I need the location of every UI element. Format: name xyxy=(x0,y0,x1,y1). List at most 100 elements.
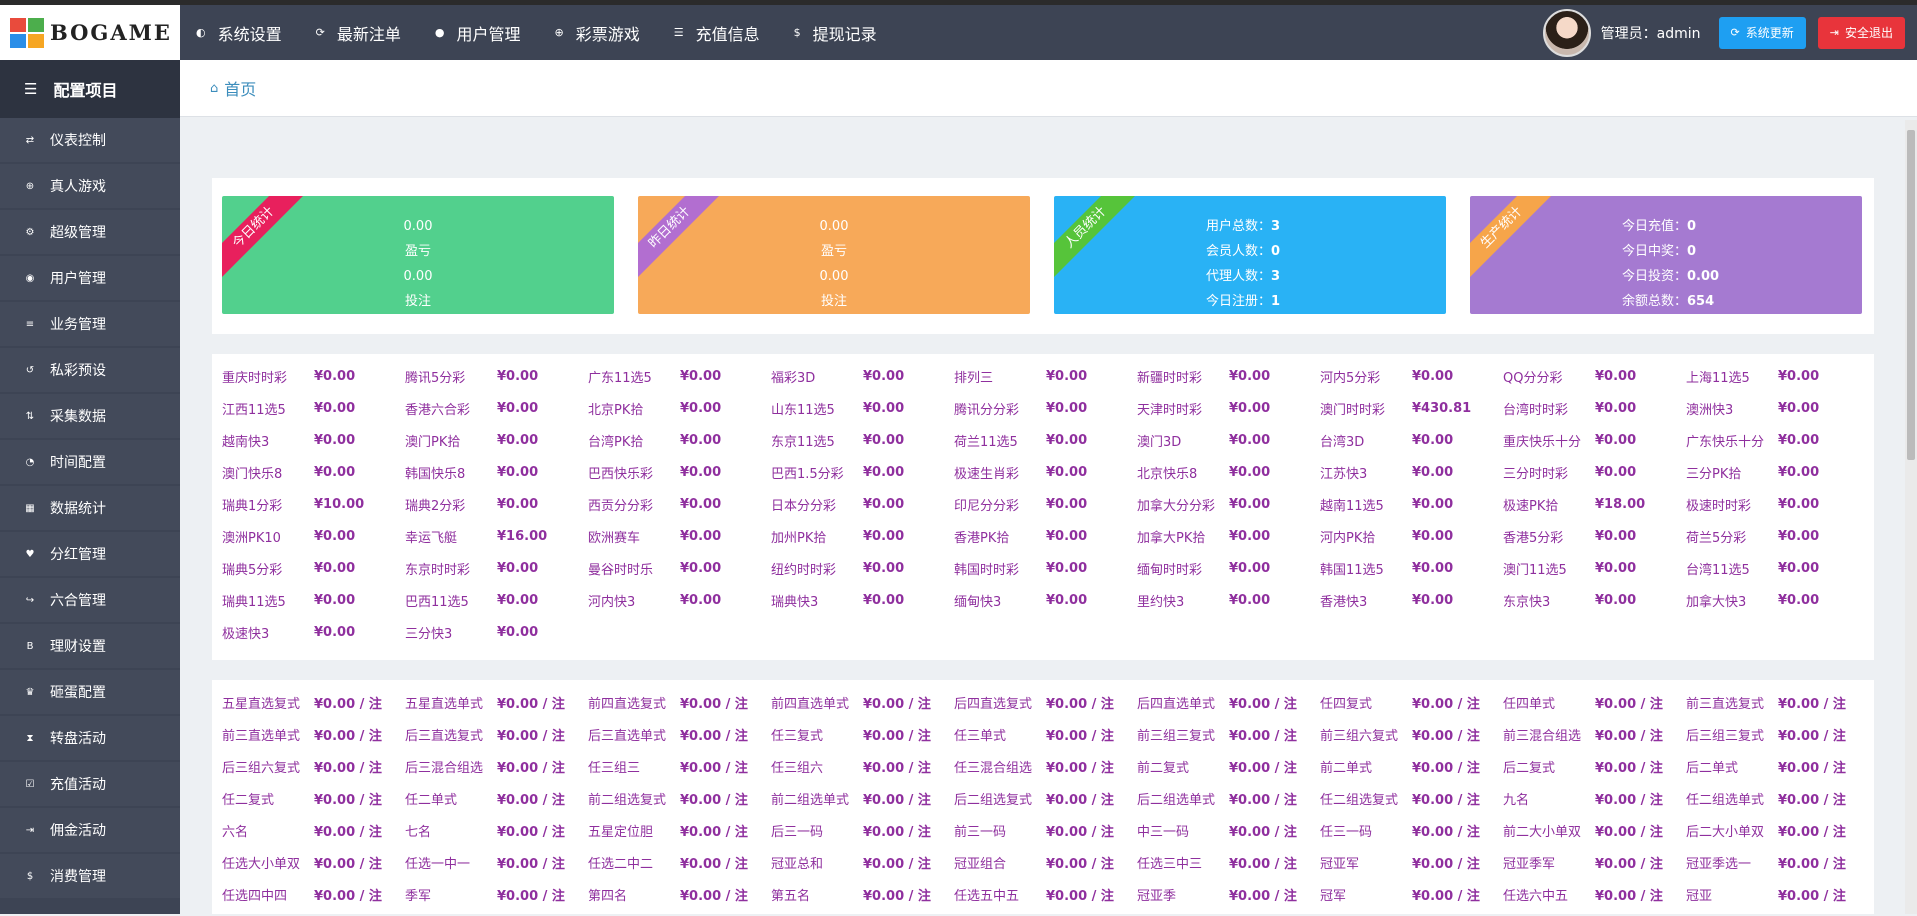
play-rate: ¥0.00 / 注 xyxy=(497,696,565,712)
lottery-amount: ¥0.00 xyxy=(1595,592,1637,608)
lottery-name: 荷兰5分彩 xyxy=(1686,530,1747,546)
lottery-name: 河内PK拾 xyxy=(1320,530,1376,546)
lottery-name: 越南快3 xyxy=(222,434,270,450)
play-rate: ¥0.00 / 注 xyxy=(1595,824,1663,840)
sidebar-item[interactable]: ⊕ 真人游戏 xyxy=(0,164,180,208)
lottery-amount: ¥0.00 xyxy=(1229,432,1271,448)
play-rate-cell: 任三组三 ¥0.00 / 注 xyxy=(588,750,771,782)
play-name: 任选一中一 xyxy=(405,856,471,872)
share-icon: ↪ xyxy=(25,594,35,606)
play-rate-cell: 前三组三复式 ¥0.00 / 注 xyxy=(1137,718,1320,750)
sidebar-item[interactable]: ♛ 砸蛋配置 xyxy=(0,670,180,714)
play-rate-cell: 前二复式 ¥0.00 / 注 xyxy=(1137,750,1320,782)
nav-lottery-games[interactable]: ⊕ 彩票游戏 xyxy=(554,21,639,45)
play-name: 冠亚组合 xyxy=(954,856,1007,872)
lottery-name: 里约快3 xyxy=(1137,594,1185,610)
dollar-icon: $ xyxy=(26,870,34,882)
lottery-cell: 香港5分彩 ¥0.00 xyxy=(1503,520,1686,552)
play-rate: ¥0.00 / 注 xyxy=(497,856,565,872)
lottery-cell: 缅甸快3 ¥0.00 xyxy=(954,584,1137,616)
lottery-cell: 台湾时时彩 ¥0.00 xyxy=(1503,392,1686,424)
play-rate-cell: 五星直选复式 ¥0.00 / 注 xyxy=(222,686,405,718)
sidebar-item[interactable]: ☑ 充值活动 xyxy=(0,762,180,806)
lottery-amount: ¥0.00 xyxy=(680,592,722,608)
avatar[interactable] xyxy=(1542,8,1591,57)
lottery-name: 山东11选5 xyxy=(771,402,835,418)
stat-value: 0.00 xyxy=(1687,269,1720,284)
lottery-cell: 北京快乐8 ¥0.00 xyxy=(1137,456,1320,488)
top-header: BOGAME ◐ 系统设置 ⟳ 最新注单 ● 用户管理 ⊕ 彩票游戏 ☰ 充值信息 $ 提现… xyxy=(0,5,1917,60)
play-rate: ¥0.00 / 注 xyxy=(1046,824,1114,840)
lottery-amount: ¥0.00 xyxy=(680,368,722,384)
stat-line: 投注 xyxy=(820,294,847,309)
lottery-cell: 河内快3 ¥0.00 xyxy=(588,584,771,616)
sidebar-item[interactable]: ◉ 用户管理 xyxy=(0,256,180,300)
stat-key: 用户总数： xyxy=(1206,219,1272,234)
lottery-name: 香港六合彩 xyxy=(405,402,471,418)
lottery-name: 排列三 xyxy=(954,370,994,386)
sidebar-item[interactable]: ♥ 分红管理 xyxy=(0,532,180,576)
sidebar-item[interactable]: $ 消费管理 xyxy=(0,854,180,898)
stat-kv: 今日充值：0 xyxy=(1622,214,1719,239)
hourglass-icon: ⧗ xyxy=(26,732,34,744)
scrollbar-thumb[interactable] xyxy=(1907,130,1915,460)
sidebar-item[interactable]: ▦ 数据统计 xyxy=(0,486,180,530)
play-rate-cell: 五星直选单式 ¥0.00 / 注 xyxy=(405,686,588,718)
lottery-name: 荷兰11选5 xyxy=(954,434,1018,450)
sidebar-item[interactable]: ⇥ 佣金活动 xyxy=(0,808,180,852)
lottery-amount: ¥0.00 xyxy=(1778,592,1820,608)
lottery-cell: 澳门PK拾 ¥0.00 xyxy=(405,424,588,456)
play-name: 后四直选复式 xyxy=(954,696,1033,712)
lottery-name: 瑞典11选5 xyxy=(222,594,286,610)
logout-button[interactable]: ⇥ 安全退出 xyxy=(1817,16,1905,49)
sidebar-item[interactable]: B 理财设置 xyxy=(0,624,180,668)
play-rate-cell: 任三一码 ¥0.00 / 注 xyxy=(1320,814,1503,846)
sidebar-item-label: 数据统计 xyxy=(50,501,106,517)
play-rate: ¥0.00 / 注 xyxy=(680,888,748,904)
sidebar-item[interactable]: ⇅ 采集数据 xyxy=(0,394,180,438)
system-update-button[interactable]: ⟳ 系统更新 xyxy=(1718,16,1806,49)
play-name: 七名 xyxy=(405,824,432,840)
play-rate: ¥0.00 / 注 xyxy=(1595,856,1663,872)
lottery-name: QQ分分彩 xyxy=(1503,370,1563,386)
sidebar-item[interactable]: ↺ 私彩预设 xyxy=(0,348,180,392)
sidebar-item[interactable]: ⚙ 超级管理 xyxy=(0,210,180,254)
lottery-amount: ¥0.00 xyxy=(497,464,539,480)
lottery-name: 曼谷时时乐 xyxy=(588,562,654,578)
play-name: 任选大小单双 xyxy=(222,856,301,872)
sidebar-item[interactable]: ⧗ 转盘活动 xyxy=(0,716,180,760)
lottery-name: 腾讯5分彩 xyxy=(405,370,466,386)
lottery-name: 香港PK拾 xyxy=(954,530,1010,546)
nav-recharge-info[interactable]: ☰ 充值信息 xyxy=(674,21,760,45)
sidebar-header[interactable]: ☰ 配置项目 xyxy=(0,60,180,118)
nav-system-settings[interactable]: ◐ 系统设置 xyxy=(196,21,282,45)
play-name: 五星直选单式 xyxy=(405,696,484,712)
lottery-amount: ¥430.81 xyxy=(1412,400,1472,416)
lottery-cell: 澳门时时彩 ¥430.81 xyxy=(1320,392,1503,424)
lottery-name: 东京11选5 xyxy=(771,434,835,450)
play-name: 前二单式 xyxy=(1320,760,1373,776)
lottery-amount: ¥0.00 xyxy=(1412,432,1454,448)
nav-withdraw-records[interactable]: $ 提现记录 xyxy=(794,21,877,45)
play-name: 任三单式 xyxy=(954,728,1007,744)
sidebar-item[interactable]: ⇄ 仪表控制 xyxy=(0,118,180,162)
play-rate: ¥0.00 / 注 xyxy=(314,728,382,744)
lottery-name: 东京时时彩 xyxy=(405,562,471,578)
sidebar-item[interactable]: ◔ 时间配置 xyxy=(0,440,180,484)
breadcrumb-home[interactable]: ⌂ 首页 xyxy=(210,76,256,100)
logo[interactable]: BOGAME xyxy=(0,5,180,60)
play-name: 任二组选复式 xyxy=(1320,792,1399,808)
lottery-cell: 幸运飞艇 ¥16.00 xyxy=(405,520,588,552)
lottery-cell: 极速生肖彩 ¥0.00 xyxy=(954,456,1137,488)
play-rate-cell: 任三组六 ¥0.00 / 注 xyxy=(771,750,954,782)
sidebar-item[interactable]: ≡ 业务管理 xyxy=(0,302,180,346)
sidebar-item[interactable]: ↪ 六合管理 xyxy=(0,578,180,622)
nav-user-management[interactable]: ● 用户管理 xyxy=(435,21,521,45)
sidebar-item-label: 消费管理 xyxy=(50,869,106,885)
page-scrollbar[interactable] xyxy=(1905,120,1917,914)
lottery-amount: ¥0.00 xyxy=(680,560,722,576)
lottery-cell: 三分PK拾 ¥0.00 xyxy=(1686,456,1869,488)
play-name: 冠亚季选一 xyxy=(1686,856,1752,872)
nav-latest-bets[interactable]: ⟳ 最新注单 xyxy=(316,21,401,45)
play-rate-cell: 冠亚季 ¥0.00 / 注 xyxy=(1137,878,1320,910)
